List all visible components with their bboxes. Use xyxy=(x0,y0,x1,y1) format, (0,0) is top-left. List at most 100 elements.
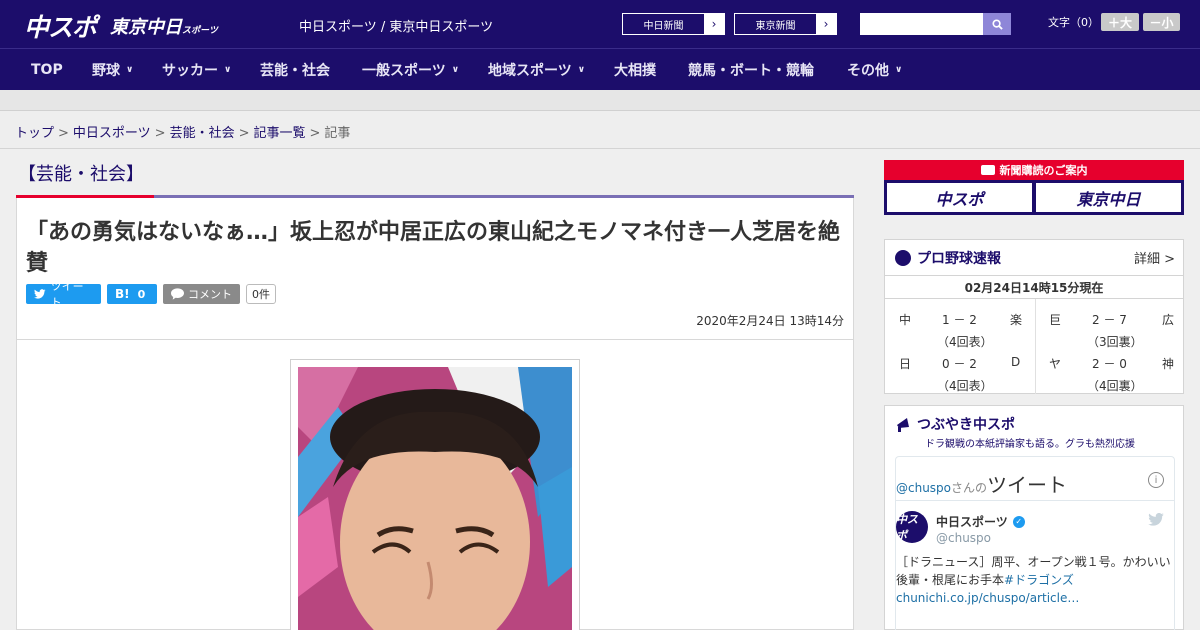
breadcrumb-link-chuspo[interactable]: 中日スポーツ xyxy=(73,126,151,141)
speech-bubble-icon xyxy=(171,288,184,300)
tweet-button[interactable]: ツイート xyxy=(26,280,101,309)
ad-strip xyxy=(0,90,1200,111)
avatar[interactable]: 中スポ xyxy=(896,511,928,543)
breadcrumb-separator: > xyxy=(154,126,166,141)
ext-link-label: 東京新聞 xyxy=(755,20,796,32)
search-input[interactable] xyxy=(860,13,983,35)
game-score[interactable]: 0 － 2 xyxy=(942,355,977,372)
game-inning: （4回裏） xyxy=(1087,379,1143,393)
subscribe-chuspo-button[interactable]: 中スポ xyxy=(887,183,1032,212)
article-photo[interactable] xyxy=(298,367,572,630)
team-home: 巨 xyxy=(1049,313,1062,327)
breadcrumb-link-article-list[interactable]: 記事一覧 xyxy=(254,126,306,141)
font-increase-button[interactable]: ＋大 xyxy=(1101,13,1139,31)
verified-icon: ✓ xyxy=(1012,515,1025,528)
breadcrumb-separator: > xyxy=(238,126,250,141)
hatena-bookmark-button[interactable]: B! 0 xyxy=(107,284,157,304)
game-score[interactable]: 1 － 2 xyxy=(942,311,977,328)
account-name-text: 中日スポーツ xyxy=(936,515,1008,529)
site-names: 中日スポーツ / 東京中日スポーツ xyxy=(299,20,494,35)
scores-updated-time: 02月24日14時15分現在 xyxy=(885,275,1183,299)
embed-handle-link[interactable]: @chuspo xyxy=(896,481,951,495)
breadcrumb-bar: トップ > 中日スポーツ > 芸能・社会 > 記事一覧 > 記事 xyxy=(0,111,1200,149)
tokyo-logo-main: 東京中日 xyxy=(110,17,182,38)
embed-handle-suffix: さんの xyxy=(951,481,988,495)
breadcrumb-link-entertainment[interactable]: 芸能・社会 xyxy=(170,126,235,141)
twitter-embed: @chuspoさんのツイート i 中スポ 中日スポーツ ✓ @chuspo ［ドラ… xyxy=(895,456,1175,630)
nav-baseball[interactable]: 野球 ∨ xyxy=(92,49,133,91)
embed-title: @chuspoさんのツイート xyxy=(896,469,1067,498)
comment-button-label: コメント xyxy=(188,288,232,301)
nav-label: 競馬・ボート・競輪 xyxy=(688,63,814,79)
article-date: 2020年2月24日 13時14分 xyxy=(696,314,844,328)
account-handle[interactable]: @chuspo xyxy=(936,531,991,545)
chevron-down-icon: ∨ xyxy=(224,65,232,75)
top-header: 中スポ 東京中日スポーツ 中日スポーツ / 東京中日スポーツ 中日新聞 › 東京… xyxy=(0,0,1200,48)
nav-other[interactable]: その他 ∨ xyxy=(847,49,902,91)
chevron-down-icon: ∨ xyxy=(577,65,586,75)
scores-divider xyxy=(1035,299,1036,394)
chuspo-logo[interactable]: 中スポ xyxy=(24,8,97,44)
chevron-right-icon: › xyxy=(704,14,724,34)
tweet-link[interactable]: chunichi.co.jp/chuspo/article… xyxy=(896,591,1079,605)
font-size-label: 文字（0） xyxy=(1048,16,1099,29)
nav-label: その他 xyxy=(847,63,889,79)
subscription-title-text: 新聞購読のご案内 xyxy=(999,164,1088,177)
chevron-down-icon: ∨ xyxy=(895,65,903,75)
main-nav: TOP 野球 ∨ サッカー ∨ 芸能・社会 一般スポーツ ∨ 地域スポーツ ∨ 大相撲 … xyxy=(0,48,1200,90)
baseball-icon xyxy=(895,250,911,266)
tweets-subtitle: ドラ観戦の本紙評論家も語る。グラも熱烈応援 xyxy=(925,439,1135,450)
tokyo-logo-small: スポーツ xyxy=(182,26,218,36)
search-button[interactable] xyxy=(983,13,1011,35)
chevron-down-icon: ∨ xyxy=(126,65,134,75)
tokyo-shimbun-link[interactable]: 東京新聞 › xyxy=(734,13,837,35)
comment-button[interactable]: コメント xyxy=(163,284,240,304)
game-inning: （4回表） xyxy=(937,379,993,393)
nav-top[interactable]: TOP xyxy=(31,49,63,91)
share-buttons: ツイート B! 0 コメント 0件 xyxy=(26,280,276,309)
nav-local-sports[interactable]: 地域スポーツ ∨ xyxy=(488,49,585,91)
article-headline: 「あの勇気はないなぁ…」坂上忍が中居正広の東山紀之モノマネ付き一人芝居を絶賛 xyxy=(26,220,841,276)
nav-entertainment[interactable]: 芸能・社会 xyxy=(260,49,330,91)
subscribe-tokyo-button[interactable]: 東京中日 xyxy=(1036,183,1181,212)
nav-racing[interactable]: 競馬・ボート・競輪 xyxy=(688,49,814,91)
scores-title: プロ野球速報 xyxy=(895,248,1001,268)
team-home: 中 xyxy=(899,313,912,327)
scores-detail-link[interactable]: 詳細 > xyxy=(1134,248,1175,267)
nav-soccer[interactable]: サッカー ∨ xyxy=(162,49,231,91)
team-home: ヤ xyxy=(1049,357,1062,371)
nav-general-sports[interactable]: 一般スポーツ ∨ xyxy=(362,49,459,91)
breadcrumb-link-top[interactable]: トップ xyxy=(15,126,54,141)
embed-header: @chuspoさんのツイート i xyxy=(896,457,1174,501)
team-away: D xyxy=(1011,355,1021,369)
team-away: 神 xyxy=(1162,357,1175,371)
tweet-button-label: ツイート xyxy=(50,280,84,309)
twitter-bird-icon[interactable] xyxy=(1148,513,1164,526)
article-category: 【芸能・社会】 xyxy=(18,164,144,185)
embed-tweets-word: ツイート xyxy=(987,473,1068,497)
newspaper-icon xyxy=(980,165,995,175)
game-score[interactable]: 2 － 0 xyxy=(1092,355,1127,372)
article-divider xyxy=(16,339,854,340)
font-decrease-button[interactable]: －小 xyxy=(1143,13,1180,31)
chunichi-shimbun-link[interactable]: 中日新聞 › xyxy=(622,13,725,35)
nav-label: 芸能・社会 xyxy=(260,63,330,79)
game-score[interactable]: 2 － 7 xyxy=(1092,311,1127,328)
account-name[interactable]: 中日スポーツ ✓ xyxy=(936,513,1025,530)
subscription-banner[interactable]: 新聞購読のご案内 中スポ 東京中日 xyxy=(884,160,1184,215)
search-icon xyxy=(991,18,1003,30)
tweets-title-text: つぶやき中スポ xyxy=(917,417,1015,433)
nav-label: TOP xyxy=(31,62,63,78)
tweets-title: つぶやき中スポ xyxy=(895,414,1015,434)
info-icon[interactable]: i xyxy=(1148,472,1164,488)
tweet-hashtag[interactable]: #ドラゴンズ xyxy=(1004,573,1074,587)
subscription-title: 新聞購読のご案内 xyxy=(884,160,1184,180)
tweets-widget: つぶやき中スポ ドラ観戦の本紙評論家も語る。グラも熱烈応援 @chuspoさんの… xyxy=(884,405,1184,630)
team-away: 楽 xyxy=(1010,313,1023,327)
nav-sumo[interactable]: 大相撲 xyxy=(614,49,656,91)
chevron-down-icon: ∨ xyxy=(451,65,460,75)
nav-label: 野球 xyxy=(92,63,120,79)
breadcrumb-current: 記事 xyxy=(324,126,351,141)
tokyo-chunichi-logo[interactable]: 東京中日スポーツ xyxy=(110,13,218,39)
hatena-count: 0 xyxy=(137,287,146,301)
